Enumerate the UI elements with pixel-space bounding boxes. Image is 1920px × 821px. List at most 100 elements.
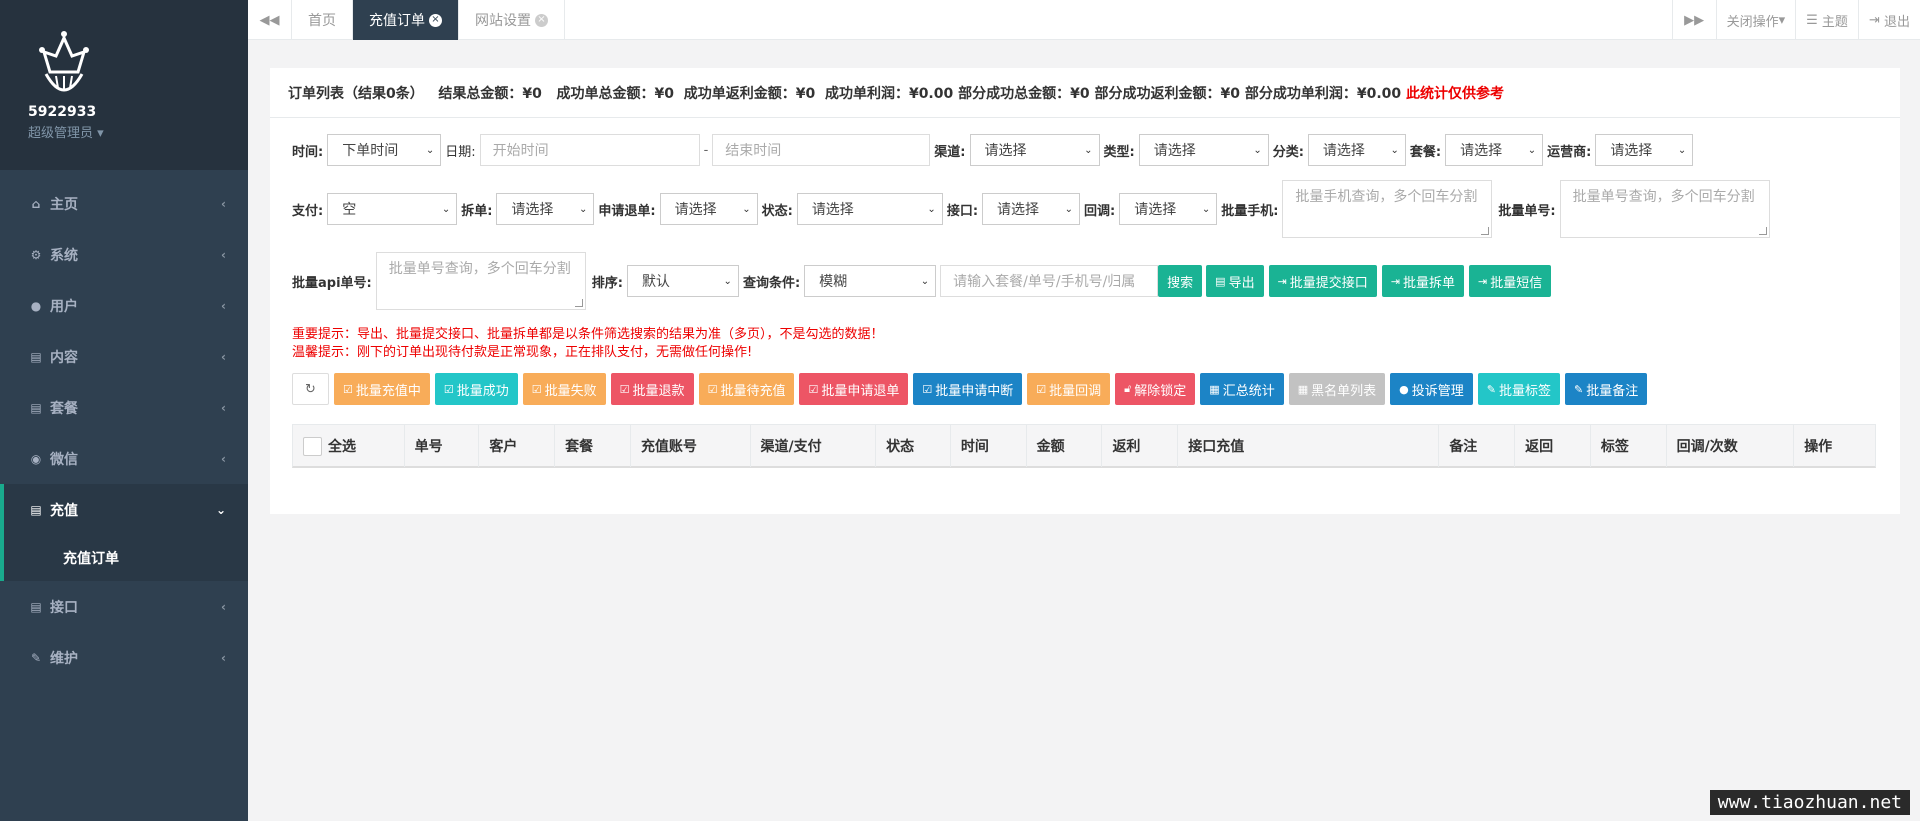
file-icon: ▤ [30,502,42,517]
scroll-tabs-left-button[interactable]: ◀◀ [248,0,292,40]
channel-select[interactable]: 请选择 ⌄ [969,134,1100,166]
refresh-button[interactable]: ↻ [292,373,329,405]
batch-callback-button[interactable]: ☑ 批量回调 [1027,373,1111,405]
file-icon: ▤ [30,349,42,364]
batch-remark-button[interactable]: ✎ 批量备注 [1564,373,1648,405]
pay-select[interactable]: 空 ⌄ [327,193,458,225]
sign-in-icon: ⇥ [1390,274,1401,288]
batch-sms-button[interactable]: ⇥ 批量短信 [1469,265,1552,297]
batch-submit-api-button[interactable]: ⇥ 批量提交接口 [1268,265,1377,297]
logout-icon: ⇥ [1868,12,1880,28]
logout-button[interactable]: ⇥ 退出 [1857,0,1920,40]
batch-phone-textarea[interactable]: 批量手机查询，多个回车分割 [1282,180,1493,238]
double-right-icon: ▶▶ [1684,12,1705,28]
chevron-left-icon: ‹ [221,451,226,466]
select-value: 默认 [641,274,670,290]
nav-item-package[interactable]: ▤ 套餐 ‹ [0,382,248,433]
select-value: 模糊 [819,274,848,290]
type-select[interactable]: 请选择 ⌄ [1138,134,1269,166]
select-value: 空 [342,202,357,218]
condition-select[interactable]: 模糊 ⌄ [804,265,937,297]
complaint-button[interactable]: ● 投诉管理 [1390,373,1473,405]
date-separator: - [703,142,709,158]
select-value: 请选择 [1610,143,1653,159]
select-value: 请选择 [1460,143,1503,159]
col-order-no: 单号 [405,425,480,467]
nav-label: 充值 [50,502,78,519]
nav-item-home[interactable]: ⌂ 主页 ‹ [0,178,248,229]
warm-notice: 温馨提示：刚下的订单出现待付款是正常现象，正在排队支付，无需做任何操作! [292,345,753,360]
unlock-button[interactable]: 🔓︎ 解除锁定 [1115,373,1196,405]
tab-site-settings[interactable]: 网站设置 × [459,0,565,40]
scroll-tabs-right-button[interactable]: ▶▶ [1671,0,1716,40]
end-time-input[interactable]: 结束时间 [712,134,931,166]
search-button[interactable]: 搜索 [1158,265,1203,297]
batch-api-textarea[interactable]: 批量单号查询，多个回车分割 [375,252,586,310]
stats-disclaimer: 此统计仅供参考 [1406,85,1505,102]
batch-apply-refund-button[interactable]: ☑ 批量申请退单 [799,373,909,405]
refund-select[interactable]: 请选择 ⌄ [659,193,758,225]
sort-select[interactable]: 默认 ⌄ [626,265,739,297]
nav-label: 系统 [50,247,78,264]
close-tab-icon[interactable]: × [535,13,548,27]
batch-tag-button[interactable]: ✎ 批量标签 [1477,373,1560,405]
batch-pending-button[interactable]: ☑ 批量待充值 [698,373,795,405]
time-select[interactable]: 下单时间 ⌄ [327,134,442,166]
type-label: 类型: [1103,144,1135,160]
button-label: 批量成功 [456,383,509,399]
batch-apply-interrupt-button[interactable]: ☑ 批量申请中断 [913,373,1023,405]
button-label: 解除锁定 [1134,383,1187,399]
batch-refund-button[interactable]: ☑ 批量退款 [610,373,694,405]
export-button[interactable]: ▤ 导出 [1206,265,1264,297]
operator-select[interactable]: 请选择 ⌄ [1595,134,1694,166]
batch-recharging-button[interactable]: ☑ 批量充值中 [334,373,430,405]
summary-stats-button[interactable]: ▦ 汇总统计 [1200,373,1284,405]
api-select[interactable]: 请选择 ⌄ [982,193,1081,225]
close-tab-icon[interactable]: × [429,13,442,27]
nav-item-users[interactable]: ● 用户 ‹ [0,280,248,331]
keyword-search-input[interactable]: 请输入套餐/单号/手机号/归属 [940,265,1159,297]
split-select[interactable]: 请选择 ⌄ [496,193,595,225]
tab-bar: ◀◀ 首页 充值订单 × 网站设置 × ▶▶ 关闭操作 ▾ ☰ 主题 ⇥ 退出 [248,0,1920,40]
tab-label: 网站设置 [475,13,531,29]
check-square-icon: ☑ [707,382,718,396]
cogs-icon: ⚙ [30,247,42,262]
batch-order-textarea[interactable]: 批量单号查询，多个回车分割 [1559,180,1770,238]
tab-recharge-orders[interactable]: 充值订单 × [353,0,459,40]
col-package: 套餐 [555,425,631,467]
nav-item-api[interactable]: ▤ 接口 ‹ [0,581,248,632]
nav-item-maintenance[interactable]: ✎ 维护 ‹ [0,632,248,683]
package-select[interactable]: 请选择 ⌄ [1445,134,1544,166]
start-time-input[interactable]: 开始时间 [479,134,700,166]
nav-item-content[interactable]: ▤ 内容 ‹ [0,331,248,382]
blacklist-button[interactable]: ▦ 黑名单列表 [1288,373,1386,405]
check-square-icon: ☑ [343,382,353,396]
package-label: 套餐: [1409,144,1442,160]
batch-split-button[interactable]: ⇥ 批量拆单 [1381,265,1465,297]
button-label: 批量退款 [632,383,685,399]
select-all-checkbox[interactable] [303,436,322,456]
callback-select[interactable]: 请选择 ⌄ [1119,193,1218,225]
status-select[interactable]: 请选择 ⌄ [796,193,943,225]
check-square-icon: ☑ [922,382,933,396]
batch-fail-button[interactable]: ☑ 批量失败 [522,373,606,405]
tab-home[interactable]: 首页 [292,0,353,40]
col-account: 充值账号 [631,425,751,467]
nav-item-wechat[interactable]: ◉ 微信 ‹ [0,433,248,484]
close-ops-dropdown[interactable]: 关闭操作 ▾ [1715,0,1796,40]
category-select[interactable]: 请选择 ⌄ [1307,134,1406,166]
nav-item-recharge[interactable]: ▤ 充值 ⌄ [4,484,248,535]
col-tag: 标签 [1591,425,1667,467]
filter-row-2: 支付: 空 ⌄ 拆单: 请选择 ⌄ 申请退单: 请选择 ⌄ 状态: 请选择 ⌄ 接口: … [292,180,1776,238]
select-value: 请选择 [1134,202,1177,218]
batch-actions-row: ↻ ☑ 批量充值中 ☑ 批量成功 ☑ 批量失败 ☑ 批量退款 ☑ 批量待充值 ☑ 批量申请退… [292,373,1652,405]
batch-success-button[interactable]: ☑ 批量成功 [434,373,518,405]
button-label: 黑名单列表 [1311,383,1377,399]
user-role-dropdown[interactable]: 超级管理员 ▾ [28,122,248,141]
col-rebate: 返利 [1102,425,1179,467]
nav-item-system[interactable]: ⚙ 系统 ‹ [0,229,248,280]
chevron-down-icon: ⌄ [441,203,451,215]
nav-subitem-recharge-orders[interactable]: 充值订单 [4,535,248,581]
select-all-header[interactable]: 全选 [293,425,405,467]
theme-button[interactable]: ☰ 主题 [1795,0,1858,40]
